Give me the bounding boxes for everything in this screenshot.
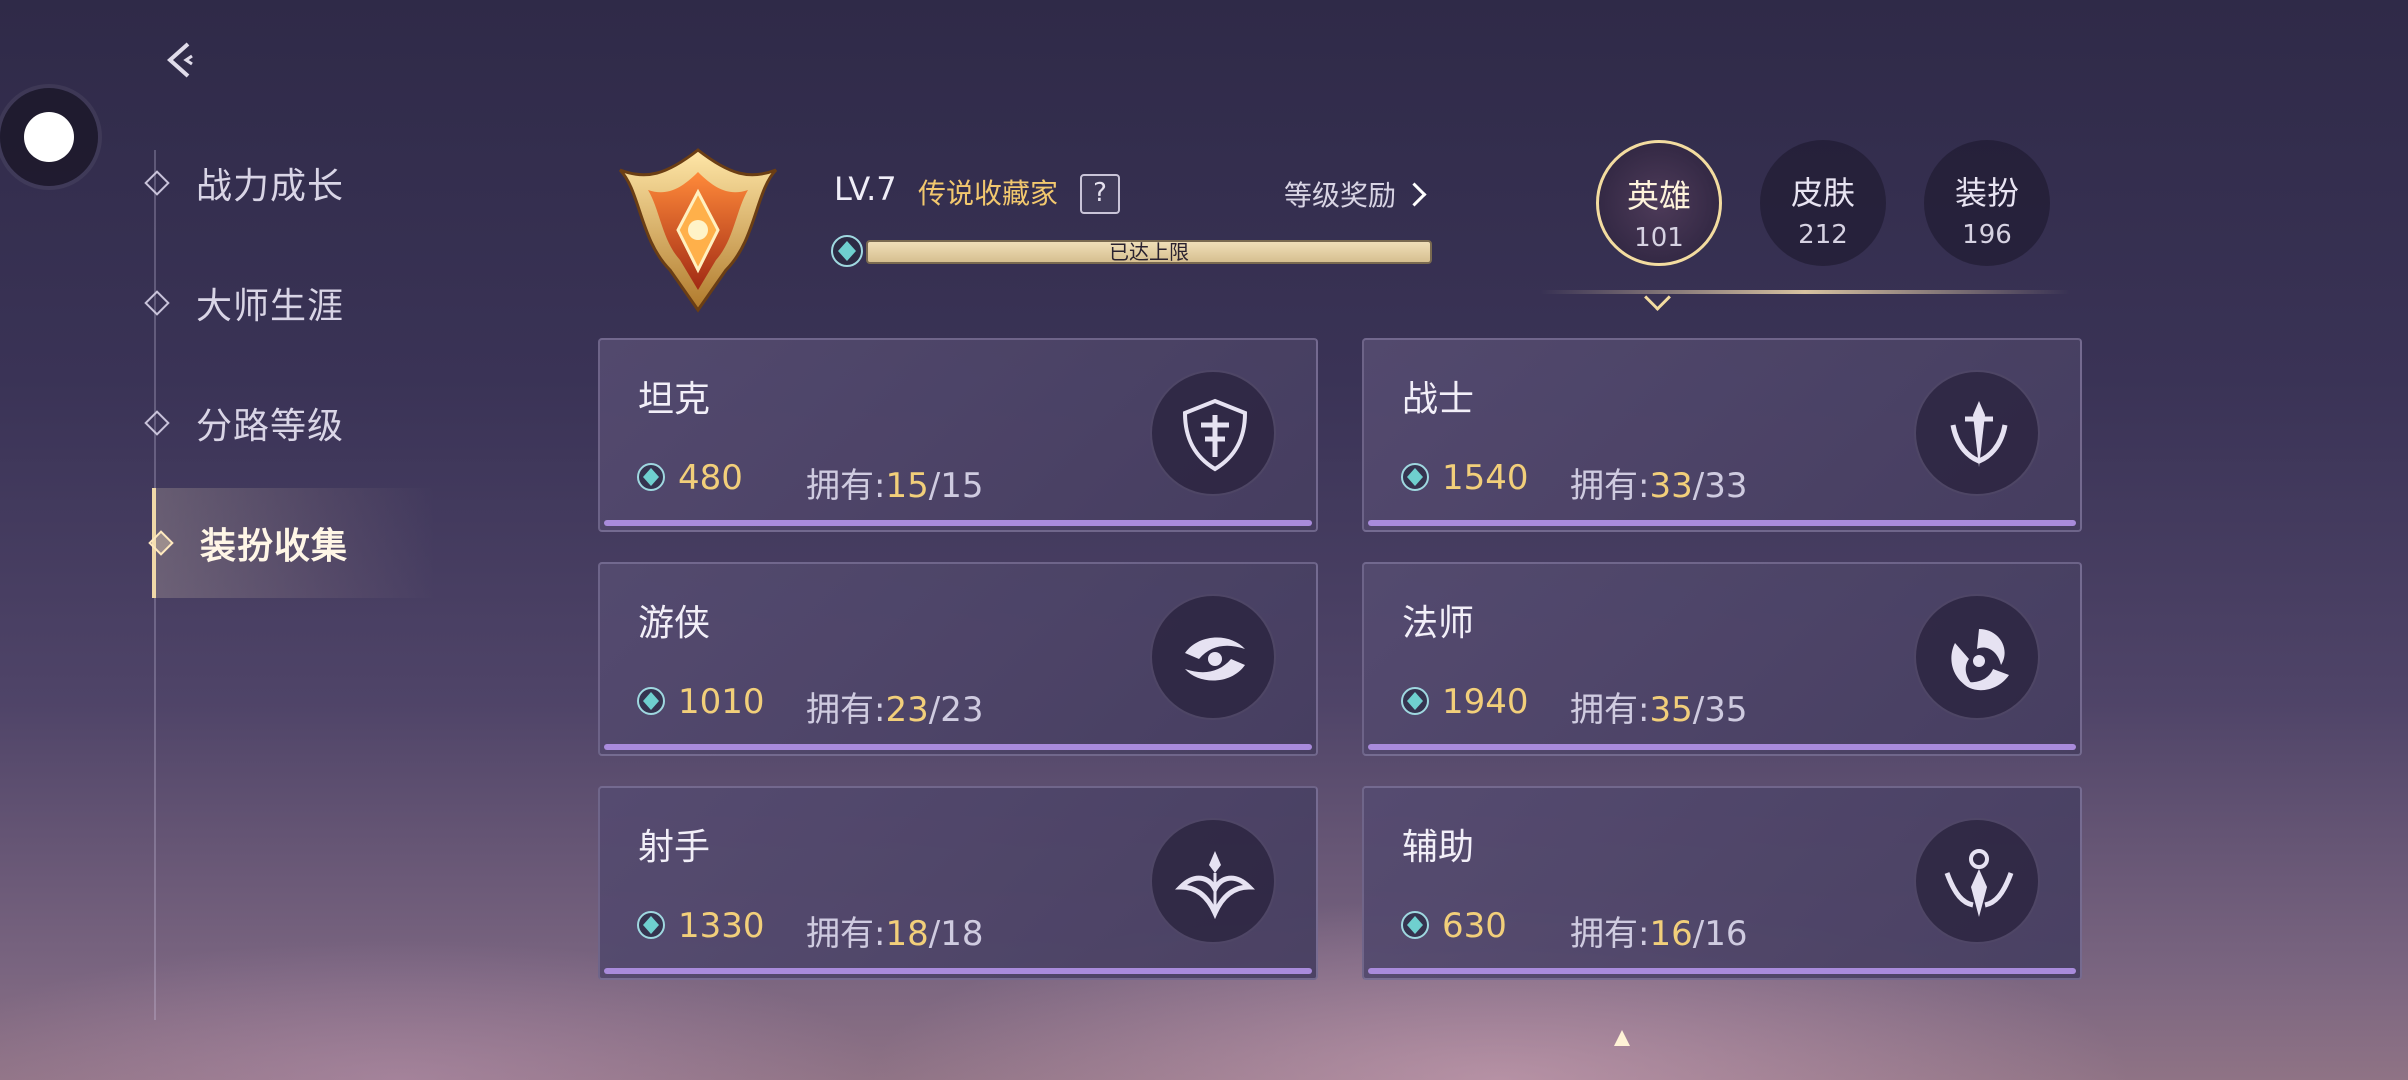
sidebar-item-label: 装扮收集 <box>200 526 349 567</box>
role-points: 1540 <box>1442 458 1529 498</box>
gem-icon <box>637 687 665 715</box>
warrior-sword-icon <box>1914 370 2040 496</box>
gem-icon <box>830 234 864 268</box>
role-name: 坦克 <box>638 379 711 420</box>
sidebar-item-label: 分路等级 <box>196 406 345 447</box>
role-name: 辅助 <box>1402 827 1475 868</box>
role-owned: 拥有:15/15 <box>806 466 984 506</box>
role-points: 630 <box>1442 906 1507 946</box>
ranger-wave-icon <box>1150 594 1276 720</box>
sparkle-decoration <box>1614 1030 1630 1046</box>
role-owned: 拥有:33/33 <box>1570 466 1748 506</box>
role-name: 射手 <box>638 827 711 868</box>
sidebar-item-power-growth[interactable]: 战力成长 <box>140 128 430 238</box>
tab-count: 212 <box>1798 220 1848 250</box>
tab-label: 皮肤 <box>1790 174 1855 212</box>
role-card-mage[interactable]: 法师 1940 拥有:35/35 <box>1362 562 2082 756</box>
collector-title: 传说收藏家 <box>918 177 1059 210</box>
role-points: 1940 <box>1442 682 1529 722</box>
diamond-icon <box>148 530 174 556</box>
gem-icon <box>1401 687 1429 715</box>
role-owned: 拥有:18/18 <box>806 914 984 954</box>
marksman-bow-icon <box>1150 818 1276 944</box>
tab-count: 101 <box>1634 223 1684 253</box>
tank-shield-icon <box>1150 370 1276 496</box>
gem-icon <box>637 463 665 491</box>
diamond-icon <box>144 410 170 436</box>
gem-icon <box>1401 911 1429 939</box>
role-owned: 拥有:23/23 <box>806 690 984 730</box>
role-name: 法师 <box>1402 603 1475 644</box>
diamond-icon <box>144 170 170 196</box>
chevron-right-icon <box>1402 181 1427 207</box>
level-rewards-link[interactable]: 等级奖励 <box>1284 174 1427 214</box>
role-card-warrior[interactable]: 战士 1540 拥有:33/33 <box>1362 338 2082 532</box>
back-button[interactable] <box>160 40 200 80</box>
collector-level: LV.7 <box>834 170 897 208</box>
help-button[interactable]: ? <box>1080 174 1120 214</box>
sidebar-item-collection[interactable]: 装扮收集 <box>148 488 436 598</box>
role-owned: 拥有:35/35 <box>1570 690 1748 730</box>
sidebar-item-label: 大师生涯 <box>196 286 345 327</box>
collector-rank-badge <box>600 130 796 320</box>
tab-skins[interactable]: 皮肤 212 <box>1760 140 1886 266</box>
role-name: 游侠 <box>638 603 711 644</box>
tab-label: 英雄 <box>1626 177 1691 215</box>
level-rewards-label: 等级奖励 <box>1284 179 1397 212</box>
gem-icon <box>1401 463 1429 491</box>
tab-count: 196 <box>1962 220 2012 250</box>
role-card-marksman[interactable]: 射手 1330 拥有:18/18 <box>598 786 1318 980</box>
tab-outfits[interactable]: 装扮 196 <box>1924 140 2050 266</box>
floating-assist-button[interactable] <box>0 88 98 186</box>
sidebar-item-lane-level[interactable]: 分路等级 <box>140 368 430 478</box>
role-points: 1330 <box>678 906 765 946</box>
role-owned: 拥有:16/16 <box>1570 914 1748 954</box>
level-progress-bar: 已达上限 <box>866 240 1432 264</box>
gem-icon <box>637 911 665 939</box>
role-points: 1010 <box>678 682 765 722</box>
chevron-left-icon <box>166 42 193 78</box>
mage-swirl-icon <box>1914 594 2040 720</box>
role-name: 战士 <box>1402 379 1475 420</box>
sidebar-item-label: 战力成长 <box>196 166 345 207</box>
role-card-tank[interactable]: 坦克 480 拥有:15/15 <box>598 338 1318 532</box>
chevron-down-icon <box>1644 284 1671 311</box>
diamond-icon <box>144 290 170 316</box>
role-points: 480 <box>678 458 743 498</box>
role-card-support[interactable]: 辅助 630 拥有:16/16 <box>1362 786 2082 980</box>
role-card-ranger[interactable]: 游侠 1010 拥有:23/23 <box>598 562 1318 756</box>
support-crest-icon <box>1914 818 2040 944</box>
sidebar-item-master-career[interactable]: 大师生涯 <box>140 248 430 358</box>
tab-underline <box>1540 290 2070 294</box>
tab-label: 装扮 <box>1954 174 2019 212</box>
tab-heroes[interactable]: 英雄 101 <box>1596 140 1722 266</box>
